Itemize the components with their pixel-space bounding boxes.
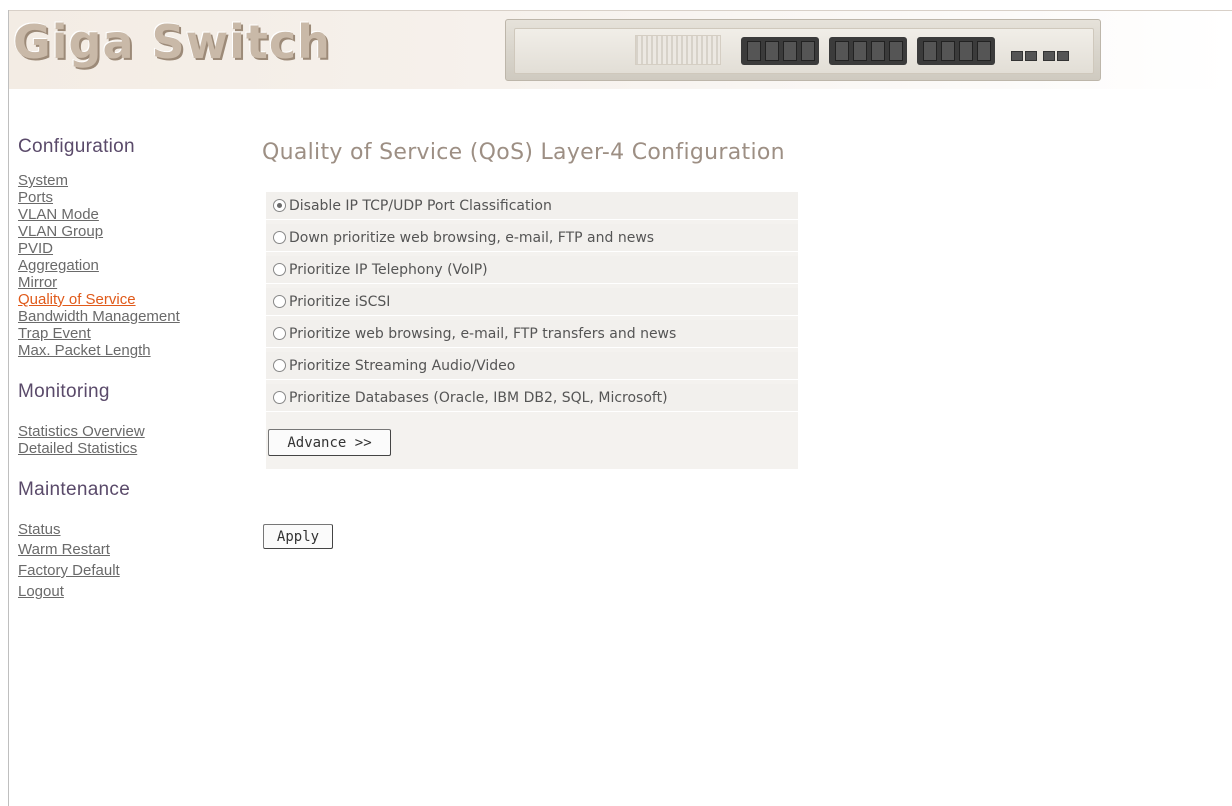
switch-port-group [741,37,819,65]
sidebar-item-aggregation[interactable]: Aggregation [18,257,238,274]
sidebar-item-detailed-statistics[interactable]: Detailed Statistics [18,440,238,457]
sidebar-item-bandwidth-management[interactable]: Bandwidth Management [18,308,238,325]
logo: Giga Switch [13,15,331,69]
qos-option-label: Prioritize IP Telephony (VoIP) [289,262,488,278]
configuration-links: System Ports VLAN Mode VLAN Group PVID A… [18,172,238,359]
qos-options-panel: Disable IP TCP/UDP Port Classification D… [266,192,798,469]
left-border [8,10,9,806]
sidebar-item-logout[interactable]: Logout [18,581,238,602]
radio-button[interactable] [273,295,286,308]
switch-port-group [829,37,907,65]
switch-sfp-port [1011,51,1023,61]
page-title: Quality of Service (QoS) Layer-4 Configu… [262,140,785,165]
sidebar-item-system[interactable]: System [18,172,238,189]
qos-option-row[interactable]: Down prioritize web browsing, e-mail, FT… [266,224,798,252]
switch-front-panel [514,28,1094,74]
qos-option-label: Down prioritize web browsing, e-mail, FT… [289,230,655,246]
sidebar: Configuration System Ports VLAN Mode VLA… [18,136,238,602]
qos-option-label: Disable IP TCP/UDP Port Classification [289,198,552,214]
qos-option-row[interactable]: Disable IP TCP/UDP Port Classification [266,192,798,220]
sidebar-item-trap-event[interactable]: Trap Event [18,325,238,342]
radio-button[interactable] [273,199,286,212]
radio-button[interactable] [273,359,286,372]
sidebar-item-pvid[interactable]: PVID [18,240,238,257]
sidebar-item-warm-restart[interactable]: Warm Restart [18,539,238,560]
monitoring-links: Statistics Overview Detailed Statistics [18,423,238,457]
switch-sfp-port [1057,51,1069,61]
switch-sfp-port [1025,51,1037,61]
sidebar-item-statistics-overview[interactable]: Statistics Overview [18,423,238,440]
sidebar-item-ports[interactable]: Ports [18,189,238,206]
radio-button[interactable] [273,327,286,340]
qos-option-row[interactable]: Prioritize Databases (Oracle, IBM DB2, S… [266,384,798,412]
sidebar-heading-maintenance: Maintenance [18,479,131,500]
qos-option-label: Prioritize iSCSI [289,294,391,310]
apply-button[interactable]: Apply [263,524,333,549]
advance-button[interactable]: Advance >> [268,429,391,456]
radio-button[interactable] [273,391,286,404]
radio-button[interactable] [273,263,286,276]
qos-option-label: Prioritize Databases (Oracle, IBM DB2, S… [289,390,668,406]
qos-option-label: Prioritize Streaming Audio/Video [289,358,516,374]
qos-option-row[interactable]: Prioritize IP Telephony (VoIP) [266,256,798,284]
qos-option-row[interactable]: Prioritize web browsing, e-mail, FTP tra… [266,320,798,348]
sidebar-item-status[interactable]: Status [18,521,238,539]
sidebar-item-factory-default[interactable]: Factory Default [18,560,238,581]
switch-sfp-port [1043,51,1055,61]
qos-option-row[interactable]: Prioritize iSCSI [266,288,798,316]
sidebar-heading-monitoring: Monitoring [18,381,110,402]
maintenance-links: Status Warm Restart Factory Default Logo… [18,521,238,602]
switch-vent [635,35,721,65]
radio-button[interactable] [273,231,286,244]
qos-option-label: Prioritize web browsing, e-mail, FTP tra… [289,326,677,342]
header-banner: Giga Switch [9,11,1232,89]
switch-device-image [505,19,1101,81]
sidebar-item-quality-of-service[interactable]: Quality of Service [18,291,238,308]
switch-port-group [917,37,995,65]
sidebar-item-vlan-mode[interactable]: VLAN Mode [18,206,238,223]
sidebar-item-mirror[interactable]: Mirror [18,274,238,291]
sidebar-heading-configuration: Configuration [18,136,135,157]
sidebar-item-max-packet-length[interactable]: Max. Packet Length [18,342,238,359]
sidebar-item-vlan-group[interactable]: VLAN Group [18,223,238,240]
qos-option-row[interactable]: Prioritize Streaming Audio/Video [266,352,798,380]
